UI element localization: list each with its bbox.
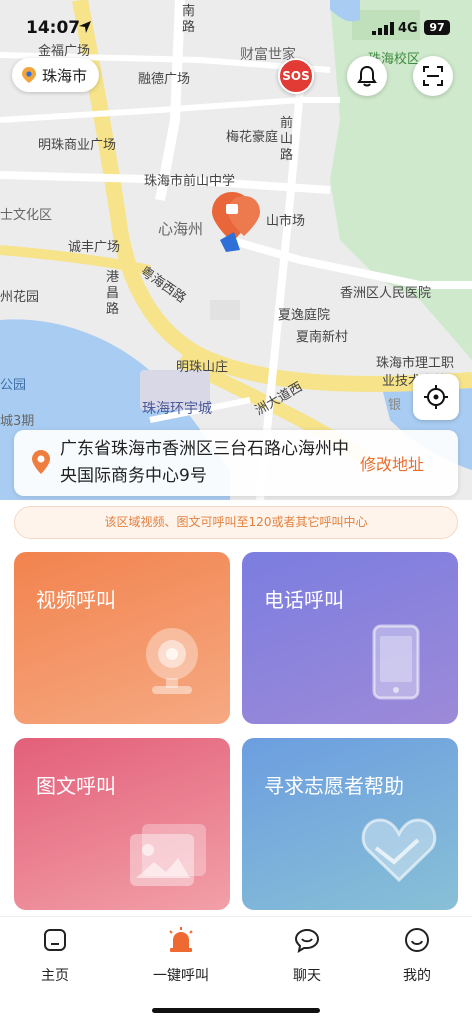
location-pin-icon bbox=[22, 67, 36, 83]
sos-button[interactable]: SOS bbox=[278, 58, 314, 94]
map-label: 珠海市理工职 bbox=[376, 356, 455, 371]
scan-button[interactable] bbox=[413, 56, 453, 96]
map-label: 夏逸庭院 bbox=[278, 308, 331, 323]
video-call-card[interactable]: 视频呼叫 bbox=[14, 552, 230, 724]
tab-chat[interactable]: 聊天 bbox=[260, 923, 354, 985]
webcam-icon bbox=[146, 628, 198, 694]
map-label: 心海州 bbox=[158, 220, 204, 238]
map-label: 明珠山庄 bbox=[176, 360, 229, 375]
city-name: 珠海市 bbox=[42, 66, 88, 85]
service-notice: 该区域视频、图文可呼叫至120或者其它呼叫中心 bbox=[14, 506, 458, 539]
recenter-button[interactable] bbox=[413, 374, 459, 420]
image-text-call-card[interactable]: 图文呼叫 bbox=[14, 738, 230, 910]
map-label: 珠海市前山中学 bbox=[144, 174, 236, 189]
map-label: 明珠商业广场 bbox=[38, 138, 117, 153]
map-label: 港昌路 bbox=[106, 270, 120, 317]
volunteer-help-label: 寻求志愿者帮助 bbox=[264, 774, 404, 798]
battery-level: 97 bbox=[424, 20, 450, 35]
crosshair-icon bbox=[424, 385, 448, 409]
map-label: 珠海环宇城 bbox=[142, 401, 212, 417]
notification-button[interactable] bbox=[347, 56, 387, 96]
map-label: 前山路 bbox=[280, 116, 294, 163]
video-call-label: 视频呼叫 bbox=[36, 588, 116, 612]
map-label: 香洲区人民医院 bbox=[340, 286, 432, 301]
location-marker-icon[interactable] bbox=[206, 192, 266, 262]
map-label: 银 bbox=[388, 398, 402, 413]
tab-profile-label: 我的 bbox=[403, 968, 431, 984]
city-selector[interactable]: 珠海市 bbox=[12, 58, 100, 92]
signal-icon bbox=[372, 22, 394, 35]
tab-one-key-call-label: 一键呼叫 bbox=[153, 968, 209, 984]
photo-icon bbox=[130, 824, 206, 886]
map-label: 士文化区 bbox=[0, 208, 53, 223]
tab-chat-label: 聊天 bbox=[293, 968, 321, 984]
volunteer-help-card[interactable]: 寻求志愿者帮助 bbox=[242, 738, 458, 910]
map-label: 梅花豪庭 bbox=[226, 130, 279, 145]
phone-call-card[interactable]: 电话呼叫 bbox=[242, 552, 458, 724]
map-label: 州花园 bbox=[0, 290, 40, 305]
map-label: 山市场 bbox=[266, 214, 306, 229]
tab-one-key-call[interactable]: 一键呼叫 bbox=[134, 923, 228, 985]
image-text-call-label: 图文呼叫 bbox=[36, 774, 116, 798]
address-pin-icon bbox=[32, 450, 50, 474]
phone-call-label: 电话呼叫 bbox=[264, 588, 344, 612]
chat-icon bbox=[294, 928, 320, 953]
status-bar: 14:07 4G 97 bbox=[0, 0, 472, 44]
address-text: 广东省珠海市香洲区三台石路心海州中央国际商务中心9号 bbox=[60, 439, 349, 486]
edit-address-button[interactable]: 修改地址 bbox=[360, 451, 424, 475]
tab-home-label: 主页 bbox=[41, 968, 69, 984]
scan-icon bbox=[423, 66, 443, 86]
profile-icon bbox=[405, 928, 429, 952]
home-icon bbox=[44, 929, 66, 951]
map-label: 融德广场 bbox=[138, 72, 191, 87]
network-type: 4G bbox=[398, 21, 418, 36]
location-arrow-icon bbox=[79, 21, 91, 33]
map-label: 城3期 bbox=[0, 414, 35, 429]
heart-hands-icon bbox=[361, 818, 437, 883]
map-label: 诚丰广场 bbox=[68, 240, 121, 255]
status-time: 14:07 bbox=[26, 18, 81, 38]
bell-icon bbox=[357, 65, 377, 87]
address-card: 广东省珠海市香洲区三台石路心海州中央国际商务中心9号 修改地址 bbox=[14, 430, 458, 496]
map-label: 夏南新村 bbox=[296, 330, 349, 345]
home-indicator[interactable] bbox=[152, 1008, 320, 1013]
tab-home[interactable]: 主页 bbox=[8, 923, 102, 985]
map-label: 公园 bbox=[0, 378, 27, 393]
phone-icon bbox=[372, 624, 420, 700]
tab-profile[interactable]: 我的 bbox=[370, 923, 464, 985]
siren-icon bbox=[169, 927, 193, 952]
